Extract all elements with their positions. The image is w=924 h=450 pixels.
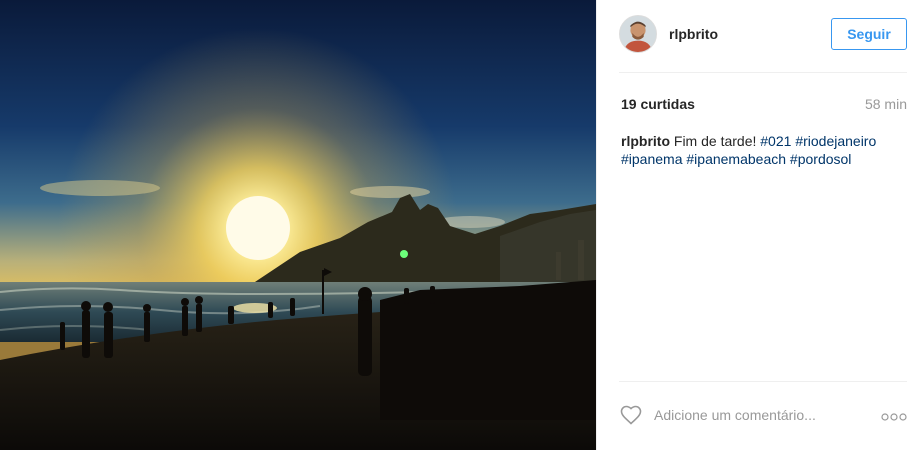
follow-button[interactable]: Seguir	[831, 18, 907, 50]
hashtag-021[interactable]: #021	[760, 133, 791, 149]
hashtag-pordosol[interactable]: #pordosol	[790, 151, 852, 167]
user-avatar[interactable]	[619, 15, 657, 53]
hashtag-ipanemabeach[interactable]: #ipanemabeach	[686, 151, 786, 167]
post-timestamp: 58 min	[864, 96, 907, 112]
post-caption: rlpbrito Fim de tarde! #021 #riodejaneir…	[621, 132, 907, 168]
more-options-icon[interactable]	[881, 409, 909, 421]
post-stats: 19 curtidas 58 min	[621, 96, 907, 114]
hashtag-ipanema[interactable]: #ipanema	[621, 151, 683, 167]
comment-input[interactable]	[654, 404, 854, 426]
heart-icon[interactable]	[619, 403, 643, 427]
likes-count[interactable]: 19 curtidas	[621, 96, 695, 112]
post-photo[interactable]	[0, 0, 596, 450]
post-header: rlpbrito Seguir	[597, 0, 924, 72]
beach-sunset-photo	[0, 0, 596, 450]
post-card: rlpbrito Seguir 19 curtidas 58 min rlpbr…	[0, 0, 924, 450]
hashtag-riodejaneiro[interactable]: #riodejaneiro	[795, 133, 876, 149]
divider	[619, 72, 907, 73]
post-actions	[597, 382, 924, 450]
caption-username[interactable]: rlpbrito	[621, 133, 670, 149]
post-sidebar: rlpbrito Seguir 19 curtidas 58 min rlpbr…	[596, 0, 924, 450]
author-username[interactable]: rlpbrito	[669, 26, 718, 42]
avatar-image	[620, 16, 656, 52]
caption-text: Fim de tarde!	[673, 133, 757, 149]
